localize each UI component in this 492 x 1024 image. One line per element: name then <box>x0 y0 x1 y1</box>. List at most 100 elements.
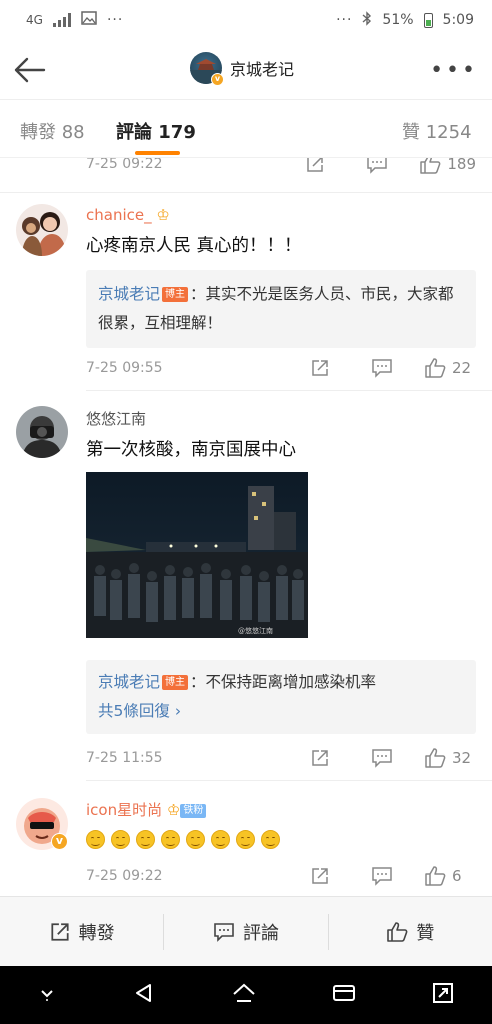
reply-button[interactable] <box>357 158 397 176</box>
tab-likes-label: 贊 <box>402 122 420 143</box>
hide-keyboard-icon[interactable] <box>37 983 57 1007</box>
comment-photo[interactable]: @悠悠江南 <box>86 472 308 638</box>
emoji-row <box>86 830 280 849</box>
author-info[interactable]: v 京城老记 <box>190 52 295 86</box>
tab-repost-label: 轉發 <box>20 122 56 143</box>
comment-text: 心疼南京人民 真心的！！！ <box>86 236 302 256</box>
smile-emoji-icon <box>136 830 155 849</box>
repost-button[interactable]: 轉發 <box>0 897 163 966</box>
like-count: 189 <box>447 158 476 173</box>
comment-icon <box>214 922 234 942</box>
thumb-up-icon <box>425 748 446 768</box>
share-button[interactable] <box>300 746 340 770</box>
share-icon <box>307 158 324 172</box>
divider <box>0 192 492 193</box>
like-button[interactable]: 贊 <box>329 897 492 966</box>
share-icon <box>312 750 328 766</box>
reply-button[interactable] <box>362 746 402 770</box>
reply-button[interactable] <box>362 356 402 380</box>
smile-emoji-icon <box>211 830 230 849</box>
username[interactable]: icon星时尚 ♔ 铁粉 <box>86 799 207 820</box>
tab-likes[interactable]: 贊 1254 <box>402 118 472 144</box>
comment-list[interactable]: 7-25 09:22 189 chanice_ ♔ 心疼南京人民 真心的！！！ … <box>0 158 492 896</box>
comment-actions: 22 <box>278 356 476 380</box>
share-button[interactable] <box>300 356 340 380</box>
comment-actions: 6 <box>278 864 476 888</box>
divider <box>86 780 492 781</box>
comment-time: 7-25 09:22 <box>86 158 163 172</box>
more-options-icon[interactable]: ••• <box>430 58 478 83</box>
member-crown-icon: ♔ <box>166 801 181 819</box>
comment-text: 第一次核酸，南京国展中心 <box>86 440 296 460</box>
verified-badge-icon: v <box>51 833 68 850</box>
back-arrow-icon <box>14 57 46 83</box>
tab-comments[interactable]: 評論 179 <box>116 118 196 144</box>
page-title: 京城老记 <box>230 60 295 79</box>
tab-comments-label: 評論 <box>116 122 152 143</box>
more-notifications-icon: ··· <box>106 12 124 28</box>
share-icon <box>312 868 328 884</box>
share-icon <box>312 360 328 376</box>
screen-rotate-icon[interactable] <box>431 981 455 1009</box>
comment-icon <box>367 158 388 174</box>
author-avatar: v <box>190 52 224 86</box>
recent-apps-icon[interactable] <box>332 982 356 1008</box>
image-icon <box>81 11 97 29</box>
share-icon <box>51 922 69 941</box>
like-button[interactable]: 32 <box>424 746 476 770</box>
active-tab-indicator <box>135 151 180 155</box>
battery-percent: 51% <box>382 12 414 28</box>
like-button[interactable]: 189 <box>419 158 476 176</box>
comment-icon <box>372 749 392 768</box>
blogger-badge: 博主 <box>162 287 189 302</box>
tab-repost[interactable]: 轉發 88 <box>20 118 85 144</box>
smile-emoji-icon <box>161 830 180 849</box>
verified-badge-icon: v <box>211 73 224 86</box>
avatar[interactable] <box>16 204 68 256</box>
dots-icon: ··· <box>336 12 353 28</box>
like-button[interactable]: 22 <box>424 356 476 380</box>
share-button[interactable] <box>295 158 335 176</box>
thumb-up-icon <box>425 866 446 886</box>
comment-time: 7-25 09:55 <box>86 360 163 376</box>
bluetooth-icon <box>362 10 372 30</box>
comment-actions: 189 <box>273 158 476 176</box>
status-bar: 4G ··· ··· 51% 5:09 <box>0 0 492 40</box>
like-button[interactable]: 6 <box>424 864 476 888</box>
avatar[interactable]: v <box>16 798 68 850</box>
reply-button[interactable] <box>362 864 402 888</box>
share-button[interactable] <box>300 864 340 888</box>
smile-emoji-icon <box>86 830 105 849</box>
home-icon[interactable] <box>231 981 257 1009</box>
like-count: 32 <box>452 749 472 767</box>
member-crown-icon: ♔ <box>156 206 170 224</box>
username[interactable]: 悠悠江南 <box>86 408 146 429</box>
back-nav-icon[interactable] <box>132 981 156 1009</box>
thumb-up-icon <box>425 358 446 378</box>
system-nav-bar <box>0 966 492 1024</box>
thumb-up-icon <box>387 921 408 942</box>
tab-bar: 轉發 88 評論 179 贊 1254 <box>0 100 492 158</box>
username[interactable]: chanice_ ♔ <box>86 206 170 224</box>
more-replies-link[interactable]: 共5條回復 › <box>98 697 464 726</box>
comment-time: 7-25 09:22 <box>86 868 163 884</box>
thumb-up-icon <box>420 158 441 174</box>
comment-label: 評論 <box>242 922 279 944</box>
author-reply[interactable]: 京城老记 博主 ：不保持距离增加感染机率 共5條回復 › <box>86 660 476 734</box>
avatar[interactable] <box>16 406 68 458</box>
author-reply[interactable]: 京城老记 博主 ：其实不光是医务人员、市民，大家都很累，互相理解！ <box>86 270 476 348</box>
bottom-action-bar: 轉發 評論 贊 <box>0 896 492 966</box>
reply-author[interactable]: 京城老记 <box>98 285 160 303</box>
tab-likes-count: 1254 <box>425 122 472 143</box>
comment-button[interactable]: 評論 <box>164 897 327 966</box>
blogger-badge: 博主 <box>162 675 189 690</box>
smile-emoji-icon <box>111 830 130 849</box>
clock: 5:09 <box>442 12 474 28</box>
top-nav-bar: v 京城老记 ••• <box>0 40 492 100</box>
like-count: 22 <box>452 359 472 377</box>
reply-author[interactable]: 京城老记 <box>98 673 160 691</box>
back-button[interactable] <box>12 54 48 86</box>
reply-text: ：不保持距离增加感染机率 <box>190 673 377 691</box>
battery-icon <box>423 12 433 28</box>
more-replies-label: 共5條回復 <box>98 702 170 720</box>
